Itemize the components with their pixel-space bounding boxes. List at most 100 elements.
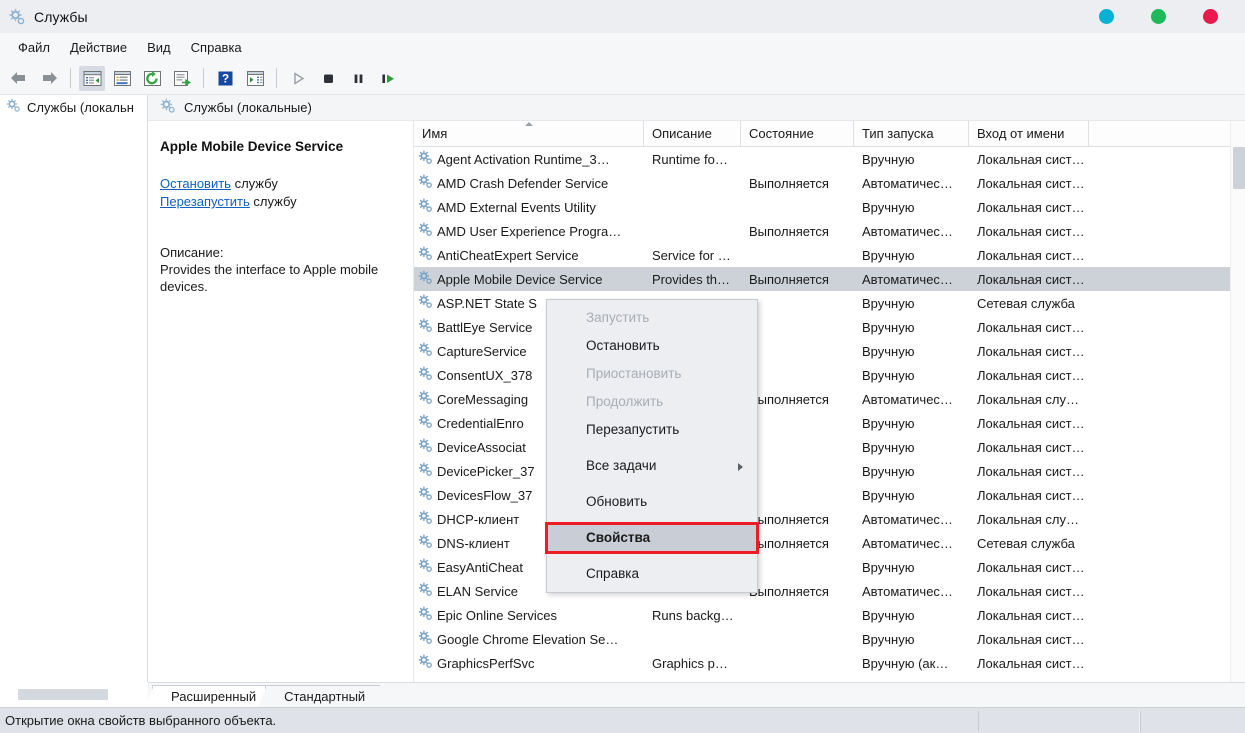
table-row[interactable]: Epic Online Services Runs backg… Вручную Ло… [414,603,1245,627]
stop-service-button[interactable] [315,66,341,91]
ctx-refresh[interactable]: Обновить [547,488,757,516]
table-row[interactable]: AMD Crash Defender Service Выполняется Авт… [414,171,1245,195]
table-row[interactable]: Apple Mobile Device Service Provides th… В… [414,267,1245,291]
service-log-on-as: Локальная сист… [977,271,1085,287]
service-gear-icon [418,510,433,528]
table-row[interactable]: BattlEye Service Вручную Локальная сист… [414,315,1245,339]
tab-extended[interactable]: Расширенный [144,685,280,708]
table-row[interactable]: DevicesFlow_37 Вручную Локальная сист… [414,483,1245,507]
service-log-on-as: Сетевая служба [977,295,1075,311]
table-row[interactable]: CredentialEnro Вручную Локальная сист… [414,411,1245,435]
tree-node-label: Службы (локальн [27,99,134,115]
show-action-pane-button[interactable] [242,66,268,91]
ctx-restart[interactable]: Перезапустить [547,416,757,444]
forward-button[interactable] [36,66,62,91]
service-startup-type: Вручную [862,367,915,383]
table-row[interactable]: ConsentUX_378 Вручную Локальная сист… [414,363,1245,387]
minimize-button[interactable] [1099,9,1114,24]
service-description: Runtime fo… [652,151,728,167]
service-gear-icon [418,462,433,480]
table-row[interactable]: AMD User Experience Progra… Выполняется Ав… [414,219,1245,243]
pause-service-button[interactable] [345,66,371,91]
menu-help[interactable]: Справка [181,37,252,58]
menu-view[interactable]: Вид [137,37,181,58]
service-log-on-as: Локальная сист… [977,439,1085,455]
service-name-label: GraphicsPerfSvc [437,655,535,671]
stop-service-link[interactable]: Остановить [160,176,231,191]
view-tabs: Расширенный Стандартный [144,682,1245,708]
close-button[interactable] [1203,9,1218,24]
export-list-button[interactable] [169,66,195,91]
ctx-stop[interactable]: Остановить [547,332,757,360]
toolbar-separator-3 [276,68,277,88]
list-vscroll-thumb[interactable] [1233,147,1245,189]
toolbar: ? [0,62,1245,95]
column-description[interactable]: Описание [644,121,741,146]
service-log-on-as: Локальная сист… [977,247,1085,263]
stop-service-line: Остановить службу [160,176,399,191]
table-row[interactable]: CaptureService Вручную Локальная сист… [414,339,1245,363]
table-row[interactable]: ASP.NET State S Вручную Сетевая служба [414,291,1245,315]
table-row[interactable]: ELAN Service Выполняется Автоматичес… Локал… [414,579,1245,603]
show-hide-tree-button[interactable] [79,65,105,91]
ctx-help[interactable]: Справка [547,560,757,588]
table-row[interactable]: AntiCheatExpert Service Service for … Вруч… [414,243,1245,267]
back-button[interactable] [6,66,32,91]
maximize-button[interactable] [1151,9,1166,24]
results-pane-header: Службы (локальные) [148,95,1245,121]
stop-service-suffix: службу [230,176,278,191]
table-row[interactable]: Agent Activation Runtime_3… Runtime fo… Вр… [414,147,1245,171]
service-startup-type: Автоматичес… [862,271,953,287]
table-row[interactable]: CoreMessaging Выполняется Автоматичес… Лока… [414,387,1245,411]
ctx-pause: Приостановить [547,360,757,388]
table-row[interactable]: DevicePicker_37 Вручную Локальная сист… [414,459,1245,483]
table-row[interactable]: DNS-клиент Выполняется Автоматичес… Сетевая… [414,531,1245,555]
ctx-all-tasks[interactable]: Все задачи [547,452,757,480]
ctx-properties[interactable]: Свойства [545,522,759,554]
ctx-stop-label: Остановить [586,338,660,353]
tab-standard[interactable]: Стандартный [258,685,389,708]
service-name: GraphicsPerfSvc [414,654,644,672]
table-row[interactable]: GraphicsPerfSvc Graphics p… Вручную (ак… Ло… [414,651,1245,675]
table-row[interactable]: AMD External Events Utility Вручную Локаль… [414,195,1245,219]
restart-service-link[interactable]: Перезапустить [160,194,250,209]
services-gear-icon [6,98,21,116]
table-row[interactable]: DeviceAssociat Вручную Локальная сист… [414,435,1245,459]
menu-file[interactable]: Файл [8,37,60,58]
status-bar: Открытие окна свойств выбранного объекта… [0,707,1245,733]
service-startup-type: Вручную [862,415,915,431]
column-startup-type[interactable]: Тип запуска [854,121,969,146]
menu-gap [547,480,757,488]
table-row[interactable]: EasyAntiCheat Вручную Локальная сист… [414,555,1245,579]
service-log-on-as: Локальная сист… [977,223,1085,239]
service-startup-type: Автоматичес… [862,535,953,551]
help-button[interactable]: ? [212,66,238,91]
restart-service-button[interactable] [375,66,401,91]
service-log-on-as: Локальная сист… [977,199,1085,215]
start-service-button[interactable] [285,66,311,91]
list-vertical-scrollbar[interactable] [1230,121,1245,682]
ctx-start-label: Запустить [586,310,650,325]
menu-bar: Файл Действие Вид Справка [0,33,1245,62]
table-row[interactable]: Google Chrome Elevation Se… Вручную Локаль… [414,627,1245,651]
refresh-button[interactable] [139,66,165,91]
column-name-label: Имя [422,126,448,141]
menu-action[interactable]: Действие [60,37,137,58]
tree-hscroll-thumb[interactable] [18,689,108,700]
column-name[interactable]: Имя [414,121,644,146]
table-row[interactable]: DHCP-клиент Выполняется Автоматичес… Локаль… [414,507,1245,531]
service-name-label: DNS-клиент [437,535,510,551]
service-startup-type: Вручную [862,439,915,455]
service-log-on-as: Локальная сист… [977,583,1085,599]
properties-button[interactable] [109,66,135,91]
column-status[interactable]: Состояние [741,121,854,146]
tree-node-services-local[interactable]: Службы (локальн [0,95,147,119]
ctx-resume: Продолжить [547,388,757,416]
tree-horizontal-scrollbar[interactable] [0,682,148,707]
service-startup-type: Автоматичес… [862,391,953,407]
service-startup-type: Автоматичес… [862,223,953,239]
service-name-label: Apple Mobile Device Service [437,271,603,287]
submenu-arrow-icon [738,463,743,471]
column-log-on-as[interactable]: Вход от имени [969,121,1089,146]
toolbar-separator-1 [70,68,71,88]
